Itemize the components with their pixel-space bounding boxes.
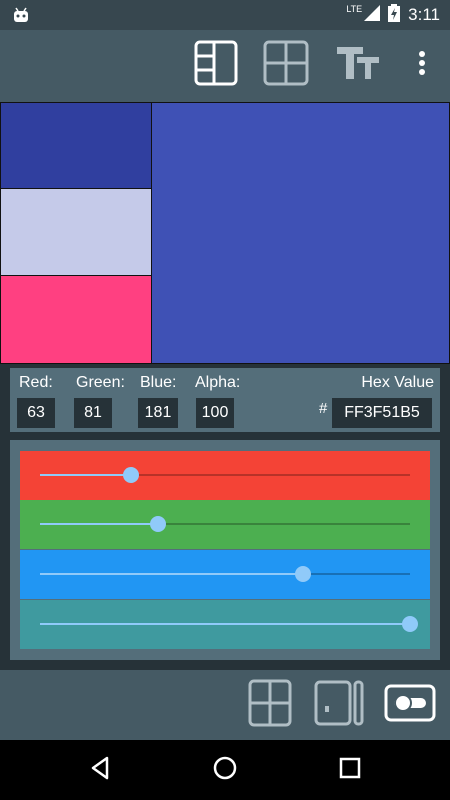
green-slider[interactable]	[20, 500, 430, 549]
alpha-value-field[interactable]: 100	[196, 398, 234, 428]
home-button[interactable]	[210, 755, 240, 785]
battery-icon	[388, 3, 401, 27]
grid-view-button[interactable]	[245, 679, 295, 732]
slider-thumb[interactable]	[294, 566, 311, 582]
toggle-icon	[384, 684, 436, 727]
alpha-slider[interactable]	[20, 600, 430, 649]
slider-fill	[40, 623, 410, 625]
recents-button[interactable]	[335, 755, 365, 785]
grid-layout-button[interactable]	[262, 40, 310, 90]
system-nav-bar	[0, 740, 450, 800]
slider-track	[40, 516, 410, 532]
slider-fill	[40, 573, 303, 575]
hex-hash: #	[319, 400, 328, 417]
clock: 3:11	[408, 5, 440, 24]
back-icon	[89, 756, 111, 785]
layout-split-icon	[194, 40, 238, 91]
primary-color-preview	[151, 102, 450, 364]
green-value-field[interactable]: 81	[74, 398, 112, 428]
red-label: Red:	[19, 374, 53, 391]
color-swatches	[0, 102, 450, 364]
grid-icon	[263, 40, 309, 91]
sliders-panel	[10, 440, 440, 660]
layout-split-button[interactable]	[192, 40, 240, 90]
blue-value-field[interactable]: 181	[138, 398, 178, 428]
light-shade-swatch[interactable]	[0, 188, 152, 276]
more-vert-icon	[418, 50, 426, 81]
color-values-panel: Red: Green: Blue: Alpha: Hex Value 63 81…	[10, 368, 440, 432]
slider-fill	[40, 523, 158, 525]
alpha-label: Alpha:	[195, 374, 241, 391]
slider-fill	[40, 474, 132, 476]
hex-value-label: Hex Value	[361, 374, 434, 391]
slider-thumb[interactable]	[149, 516, 166, 532]
hex-value-field[interactable]: FF3F51B5	[332, 398, 432, 428]
back-button[interactable]	[85, 755, 115, 785]
slider-track	[40, 616, 418, 632]
grid-icon	[248, 679, 292, 732]
red-slider[interactable]	[20, 451, 430, 500]
accent-swatch[interactable]	[0, 275, 152, 364]
panel-layout-button[interactable]	[314, 680, 364, 730]
dark-shade-swatch[interactable]	[0, 102, 152, 189]
blue-slider[interactable]	[20, 550, 430, 599]
slider-track	[40, 566, 410, 582]
panel-layout-icon	[314, 680, 364, 731]
toolbar	[0, 30, 450, 102]
text-size-button[interactable]	[334, 40, 382, 90]
red-value-field[interactable]: 63	[17, 398, 55, 428]
blue-label: Blue:	[140, 374, 177, 391]
text-size-icon	[335, 43, 381, 88]
signal-icon	[364, 4, 381, 26]
status-bar: LTE 3:11	[0, 0, 450, 30]
toggle-view-button[interactable]	[384, 680, 436, 730]
slider-track	[40, 467, 410, 483]
color-picker-content: Red: Green: Blue: Alpha: Hex Value 63 81…	[0, 102, 450, 670]
android-icon	[12, 6, 30, 24]
home-icon	[213, 756, 237, 785]
recents-icon	[339, 757, 361, 784]
bottom-bar	[0, 670, 450, 740]
slider-thumb[interactable]	[123, 467, 140, 483]
overflow-menu-button[interactable]	[398, 40, 446, 90]
slider-thumb[interactable]	[402, 616, 418, 632]
green-label: Green:	[76, 374, 125, 391]
network-type: LTE	[346, 4, 363, 14]
